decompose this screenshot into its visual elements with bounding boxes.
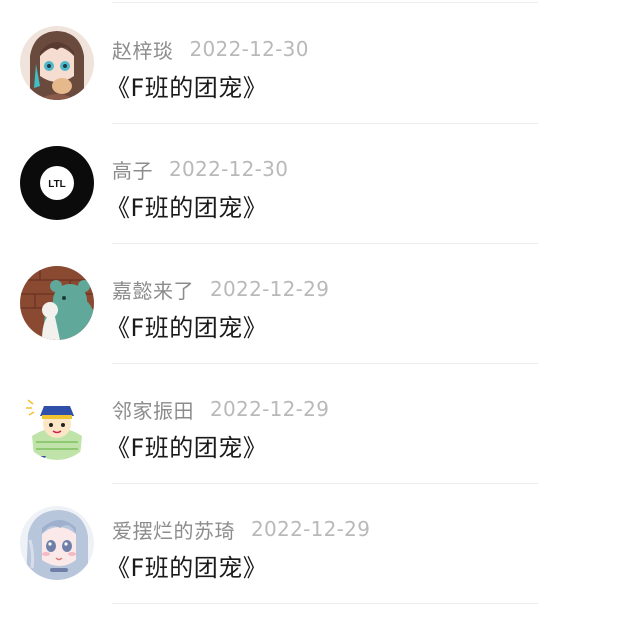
username[interactable]: 爱摆烂的苏琦 xyxy=(112,515,235,544)
anime-girl-avatar-icon[interactable] xyxy=(20,26,94,100)
comment-meta: 嘉懿来了 2022-12-29 xyxy=(112,275,329,303)
comment-item[interactable]: LTL 高子 2022-12-30 《F班的团宠》 xyxy=(0,124,640,244)
comment-text: 《F班的团宠》 xyxy=(106,314,268,342)
comment-date: 2022-12-30 xyxy=(169,157,289,181)
cartoon-character-avatar-icon[interactable] xyxy=(20,386,94,460)
comment-meta: 高子 2022-12-30 xyxy=(112,155,288,183)
comment-meta: 邻家振田 2022-12-29 xyxy=(112,395,329,423)
bear-hoodie-avatar-icon[interactable] xyxy=(20,266,94,340)
comment-item[interactable]: 赵梓琰 2022-12-30 《F班的团宠》 xyxy=(0,4,640,124)
comment-text: 《F班的团宠》 xyxy=(106,194,268,222)
username[interactable]: 嘉懿来了 xyxy=(112,275,194,304)
avatar-logo-text: LTL xyxy=(48,179,66,190)
username[interactable]: 邻家振田 xyxy=(112,395,194,424)
comment-meta: 爱摆烂的苏琦 2022-12-29 xyxy=(112,515,370,543)
username[interactable]: 高子 xyxy=(112,155,153,184)
comment-date: 2022-12-29 xyxy=(210,277,330,301)
username[interactable]: 赵梓琰 xyxy=(112,35,174,64)
comment-date: 2022-12-29 xyxy=(251,517,371,541)
comment-meta: 赵梓琰 2022-12-30 xyxy=(112,35,309,63)
comment-item[interactable]: 邻家振田 2022-12-29 《F班的团宠》 xyxy=(0,364,640,484)
comment-item[interactable]: 爱摆烂的苏琦 2022-12-29 《F班的团宠》 xyxy=(0,484,640,604)
anime-girl-blue-hair-avatar-icon[interactable] xyxy=(20,506,94,580)
comment-text: 《F班的团宠》 xyxy=(106,74,268,102)
comment-date: 2022-12-29 xyxy=(210,397,330,421)
comment-date: 2022-12-30 xyxy=(189,37,309,61)
row-divider xyxy=(112,603,538,604)
comment-text: 《F班的团宠》 xyxy=(106,554,268,582)
comment-text: 《F班的团宠》 xyxy=(106,434,268,462)
ltl-logo-avatar-icon[interactable]: LTL xyxy=(20,146,94,220)
comment-item[interactable]: 嘉懿来了 2022-12-29 《F班的团宠》 xyxy=(0,244,640,364)
top-divider xyxy=(112,2,538,3)
